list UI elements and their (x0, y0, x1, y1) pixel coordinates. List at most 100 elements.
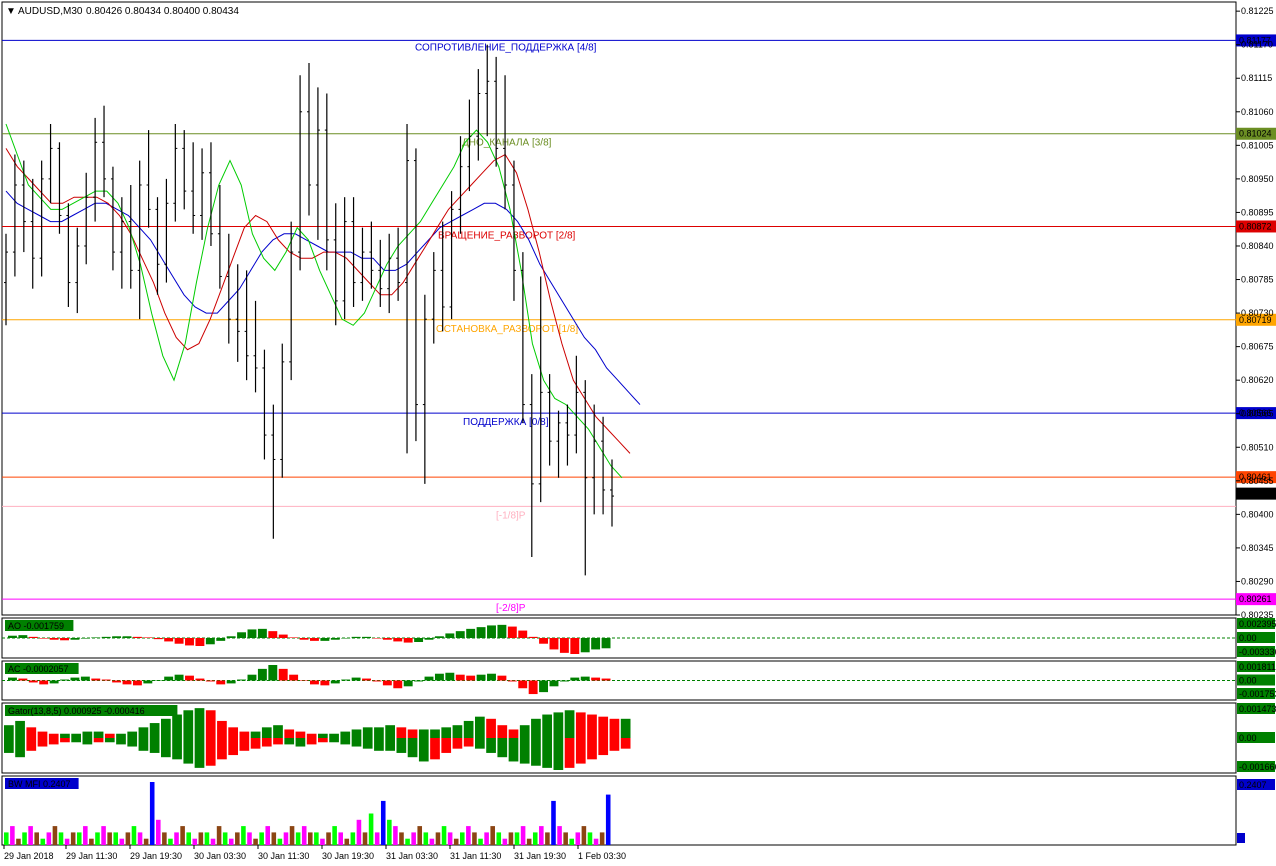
ac-bar (237, 679, 247, 681)
gator-upper-bar (138, 727, 149, 738)
gator-lower-bar (385, 738, 395, 751)
mfi-bar (301, 826, 307, 845)
ao-bar (539, 638, 549, 644)
ao-bar (268, 631, 278, 638)
ac-bar (372, 680, 382, 682)
gator-upper-bar (127, 731, 138, 738)
gator-upper-bar (116, 733, 126, 738)
gator-upper-bar (284, 729, 295, 738)
gator-upper-bar (161, 718, 171, 738)
ao-bar (591, 638, 601, 650)
y-tick-label: 0.80455 (1241, 476, 1274, 486)
ac-bar (299, 680, 309, 681)
panel-frame-main (1, 1, 1237, 616)
ac-bar (70, 677, 80, 681)
mfi-bar (411, 832, 416, 845)
mfi-bar (447, 832, 453, 845)
mfi-bar (326, 832, 331, 845)
mfi-bar (40, 838, 46, 845)
mfi-bar (551, 800, 556, 845)
gator-upper-bar (104, 733, 115, 738)
ao-bar (153, 638, 163, 640)
symbol-dropdown-icon[interactable]: ▼ (6, 6, 16, 17)
mfi-bar (10, 826, 15, 845)
gator-lower-bar (127, 738, 138, 747)
x-tick-label: 29 Jan 19:30 (130, 851, 182, 861)
x-tick-label: 31 Jan 03:30 (386, 851, 438, 861)
gator-histogram: Gator(13,8,5) 0.000925 -0.000416 0.001473… (4, 703, 1276, 772)
gator-upper-bar (37, 731, 48, 738)
ao-bar (455, 631, 465, 638)
y-tick-label: 0.80510 (1241, 442, 1274, 452)
gator-upper-bar (205, 710, 216, 738)
ac-bar (528, 680, 538, 695)
murrey-label: ВРАЩЕНИЕ_РАЗВОРОТ [2/8] (438, 230, 576, 241)
gator-upper-bar (60, 733, 70, 738)
ao-bar (49, 638, 59, 640)
ac-bar (39, 680, 49, 685)
ao-bar (299, 638, 309, 640)
current-price-tag: 0.80434 (1239, 489, 1272, 499)
mfi-bar (605, 794, 611, 845)
mfi-bar (532, 832, 538, 845)
ac-label: AC -0.0002057 (8, 664, 69, 674)
mfi-bar (374, 832, 380, 845)
gator-upper-bar (553, 712, 564, 738)
gator-upper-bar (318, 733, 328, 738)
ac-bar (49, 680, 59, 684)
gator-upper-bar (340, 731, 351, 738)
y-tick-label: 0.80235 (1241, 610, 1274, 620)
mfi-bar (22, 832, 27, 845)
gator-lower-bar (463, 738, 474, 747)
y-tick-label: 0.80895 (1241, 207, 1274, 217)
gator-lower-bar (37, 738, 48, 747)
y-tick-label: 0.80345 (1241, 543, 1274, 553)
gator-upper-bar (172, 714, 182, 738)
ao-bar (28, 636, 38, 638)
gator-upper-bar (48, 733, 59, 738)
mfi-bar (490, 826, 495, 845)
mfi-bar (277, 838, 283, 845)
ao-bar (518, 630, 528, 638)
mfi-bar (460, 832, 465, 845)
mfi-bar (52, 826, 58, 845)
ao-bar (226, 636, 236, 638)
mfi-bar (472, 832, 477, 845)
ao-bar (80, 638, 90, 639)
mfi-bar (174, 832, 179, 845)
ao-bar (320, 638, 330, 641)
y-tick-label: 0.80620 (1241, 375, 1274, 385)
x-tick-label: 31 Jan 11:30 (450, 851, 501, 861)
ac-tick: 0.00 (1239, 676, 1257, 686)
gator-upper-bar (26, 727, 37, 738)
ao-tick: -0.003336 (1239, 647, 1276, 657)
ao-bar (237, 632, 247, 638)
gator-upper-bar (374, 727, 384, 738)
mfi-bar (192, 838, 198, 845)
y-tick-label: 0.81170 (1241, 40, 1273, 50)
ac-bar (601, 678, 611, 681)
mfi-bar (387, 819, 392, 845)
x-tick-label: 29 Jan 2018 (4, 851, 54, 861)
mfi-bar (64, 838, 70, 845)
mfi-bar (58, 832, 64, 845)
gator-upper-bar (441, 727, 452, 738)
ac-bar (434, 673, 444, 681)
gator-upper-bar (295, 731, 306, 738)
mfi-bar (222, 832, 228, 845)
mfi-bar (350, 832, 356, 845)
gator-upper-bar (385, 725, 395, 738)
ao-bar (143, 637, 153, 638)
ac-bar (570, 677, 580, 681)
murrey-label: [-1/8]P (496, 510, 526, 521)
mfi-current-bar (1237, 833, 1245, 843)
ao-bar (382, 638, 392, 640)
ao-bar (424, 638, 434, 640)
x-tick-label: 31 Jan 19:30 (514, 851, 566, 861)
candles (4, 44, 614, 576)
gator-upper-bar (217, 720, 227, 738)
gator-upper-bar (519, 725, 530, 738)
mfi-bar (368, 813, 374, 845)
ac-bar (455, 674, 465, 681)
gator-lower-bar (620, 738, 631, 749)
